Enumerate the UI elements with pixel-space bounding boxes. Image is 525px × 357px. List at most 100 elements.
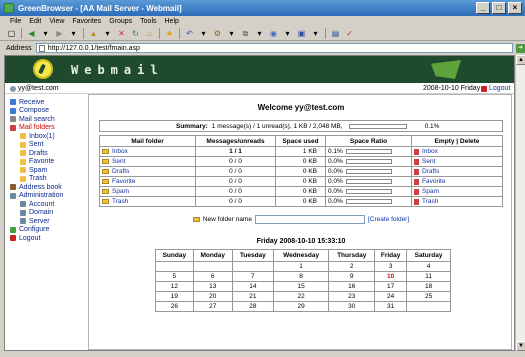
folder-link[interactable]: Drafts — [102, 168, 193, 175]
back-dropdown-icon[interactable]: ▾ — [40, 28, 51, 39]
sidebar-item-inbox-1[interactable]: Inbox(1) — [10, 132, 82, 141]
sidebar-item-mail-folders[interactable]: Mail folders — [10, 124, 82, 133]
folder-link[interactable]: Spam — [102, 188, 193, 195]
sidebar-item-label: Account — [29, 200, 55, 208]
up-icon[interactable]: ▲ — [88, 28, 99, 39]
calendar-date-cell: 21 — [231, 291, 274, 302]
sidebar-item-address-book[interactable]: Address book — [10, 183, 82, 192]
sidebar-item-configure[interactable]: Configure — [10, 226, 82, 235]
mark-icon[interactable]: ✓ — [344, 28, 355, 39]
window-titlebar: GreenBrowser - [AA Mail Server - Webmail… — [0, 0, 525, 16]
window-title: GreenBrowser - [AA Mail Server - Webmail… — [18, 3, 182, 13]
empty-folder-link[interactable]: Spam — [414, 188, 500, 195]
address-input[interactable]: http://127.0.0.1/test/fmain.asp — [35, 43, 514, 53]
menu-favorites[interactable]: Favorites — [72, 18, 101, 25]
calendar-date-cell: 24 — [374, 291, 408, 302]
empty-folder-link[interactable]: Inbox — [414, 148, 500, 155]
sidebar-item-server[interactable]: Server — [10, 217, 82, 226]
logout-icon — [10, 235, 16, 242]
calendar-date-cell — [231, 261, 274, 272]
summary-usage-bar — [348, 123, 407, 129]
logout-link[interactable]: Logout — [481, 85, 510, 92]
folder-link[interactable]: Inbox — [102, 148, 193, 155]
menu-help[interactable]: Help — [165, 18, 179, 25]
menu-file[interactable]: File — [10, 18, 21, 25]
favorite-icon — [20, 158, 26, 165]
folder-table: Mail folder Messages/unreads Space used … — [99, 135, 503, 207]
skin-dropdown-icon[interactable]: ▾ — [282, 28, 293, 39]
mail-folders-icon — [10, 124, 16, 131]
sidebar-item-spam[interactable]: Spam — [10, 166, 82, 175]
sidebar-item-receive[interactable]: Receive — [10, 98, 82, 107]
new-page-icon[interactable]: ▢ — [6, 28, 17, 39]
sidebar-item-compose[interactable]: Compose — [10, 107, 82, 116]
scroll-down-icon[interactable]: ▼ — [516, 341, 525, 351]
menu-view[interactable]: View — [49, 18, 64, 25]
empty-folder-link[interactable]: Sent — [414, 158, 500, 165]
sidebar-item-domain[interactable]: Domain — [10, 209, 82, 218]
folder-ratio-cell: 0.0% — [325, 166, 412, 177]
save-icon[interactable]: ▣ — [296, 28, 307, 39]
sidebar-item-account[interactable]: Account — [10, 200, 82, 209]
undo-close-icon[interactable]: ↶ — [184, 28, 195, 39]
menu-tools[interactable]: Tools — [140, 18, 156, 25]
calendar-date-cell: 3 — [374, 261, 408, 272]
logout-label: Logout — [489, 85, 511, 92]
favorites-star-icon[interactable]: ★ — [164, 28, 175, 39]
folder-link[interactable]: Favorite — [102, 178, 193, 185]
folder-link[interactable]: Sent — [102, 158, 193, 165]
menu-groups[interactable]: Groups — [109, 18, 132, 25]
folder-ratio-cell: 0.0% — [325, 156, 412, 167]
skin-icon[interactable]: ◉ — [268, 28, 279, 39]
calendar-day-monday: Monday — [192, 249, 233, 262]
calendar-date-cell: 5 — [155, 271, 194, 282]
undo-dropdown-icon[interactable]: ▾ — [198, 28, 209, 39]
go-icon[interactable]: ➜ — [516, 43, 525, 53]
proxy-icon[interactable]: ⧉ — [240, 28, 251, 39]
folder-name-cell: Drafts — [99, 166, 196, 177]
status-bar — [0, 351, 525, 357]
new-folder-input[interactable] — [254, 215, 365, 224]
window-list-icon[interactable]: ▤ — [330, 28, 341, 39]
proxy-dropdown-icon[interactable]: ▾ — [254, 28, 265, 39]
create-folder-link[interactable]: [Create folder] — [368, 216, 409, 223]
maximize-button[interactable]: □ — [492, 2, 506, 14]
minimize-button[interactable]: _ — [476, 2, 490, 14]
folder-row-favorite: Favorite 0 / 00 KB 0.0% Favorite — [99, 176, 503, 187]
refresh-icon[interactable]: ↻ — [130, 28, 141, 39]
calendar-week-row: 26 27 28 29 30 31 — [155, 301, 451, 312]
logout-icon — [481, 85, 487, 92]
tools-dropdown-icon[interactable]: ▾ — [226, 28, 237, 39]
menu-edit[interactable]: Edit — [29, 18, 41, 25]
empty-folder-link[interactable]: Favorite — [414, 178, 500, 185]
save-dropdown-icon[interactable]: ▾ — [310, 28, 321, 39]
sidebar-item-favorite[interactable]: Favorite — [10, 158, 82, 167]
home-icon[interactable]: ⌂ — [144, 28, 155, 39]
sidebar-item-label: Mail folders — [19, 124, 55, 132]
empty-folder-link[interactable]: Trash — [414, 198, 500, 205]
forward-icon[interactable]: ▶ — [54, 28, 65, 39]
close-button[interactable]: × — [508, 2, 522, 14]
forward-dropdown-icon[interactable]: ▾ — [68, 28, 79, 39]
sidebar-item-mail-search[interactable]: Mail search — [10, 115, 82, 124]
sidebar-item-logout[interactable]: Logout — [10, 234, 82, 243]
empty-folder-link[interactable]: Drafts — [414, 168, 500, 175]
calendar-date-cell: 9 — [328, 271, 376, 282]
vertical-scrollbar[interactable]: ▲ ▼ — [515, 55, 525, 351]
calendar-header-row: Sunday Monday Tuesday Wednesday Thursday Frid… — [155, 249, 451, 262]
calendar-date-cell: 25 — [406, 291, 451, 302]
folder-empty-cell: Favorite — [411, 176, 503, 187]
up-dropdown-icon[interactable]: ▾ — [102, 28, 113, 39]
calendar-date-cell: 2 — [328, 261, 376, 272]
back-icon[interactable]: ◀ — [26, 28, 37, 39]
sidebar-item-sent[interactable]: Sent — [10, 141, 82, 150]
sidebar-item-administration[interactable]: Administration — [10, 192, 82, 201]
folder-name: Drafts — [112, 168, 130, 175]
stop-icon[interactable]: ✕ — [116, 28, 127, 39]
scroll-up-icon[interactable]: ▲ — [516, 55, 525, 65]
sidebar-item-trash[interactable]: Trash — [10, 175, 82, 184]
envelope-icon — [431, 60, 461, 79]
sidebar-item-drafts[interactable]: Drafts — [10, 149, 82, 158]
tools-icon[interactable]: ⚙ — [212, 28, 223, 39]
folder-link[interactable]: Trash — [102, 198, 193, 205]
